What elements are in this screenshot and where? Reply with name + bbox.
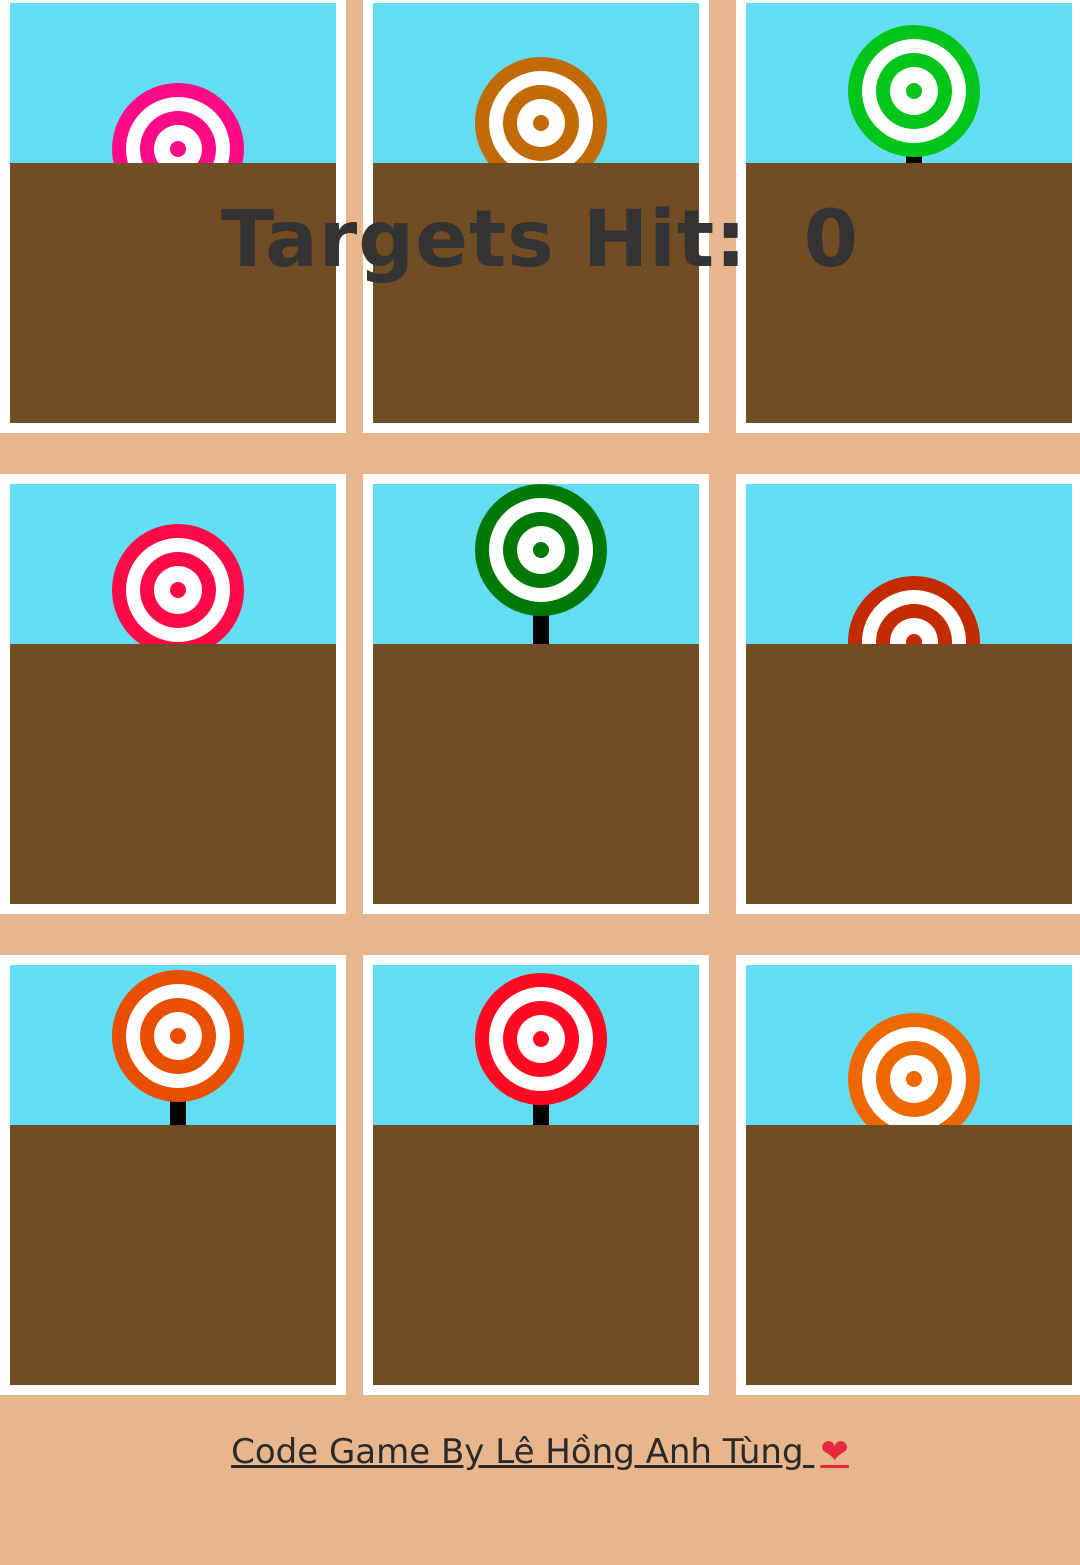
score-display: Targets Hit: 0: [0, 195, 1080, 285]
target-icon[interactable]: [475, 484, 607, 616]
hole-scene: [746, 965, 1072, 1385]
hole-cell[interactable]: [736, 955, 1080, 1395]
author-credit-text: Code Game By Lê Hồng Anh Tùng: [231, 1432, 804, 1472]
hole-cell[interactable]: [363, 955, 709, 1395]
ground: [746, 644, 1072, 904]
hole-scene: [10, 484, 336, 904]
hole-cell[interactable]: [0, 955, 346, 1395]
bullseye-icon: [112, 524, 244, 656]
target-icon[interactable]: [475, 973, 607, 1105]
hole-scene: [746, 484, 1072, 904]
hole-cell[interactable]: [363, 474, 709, 914]
ground: [373, 644, 699, 904]
hole-scene: [10, 965, 336, 1385]
ground: [10, 1125, 336, 1385]
ground: [373, 1125, 699, 1385]
target-icon[interactable]: [848, 25, 980, 157]
ground: [10, 644, 336, 904]
score-value: 0: [803, 195, 859, 285]
target-icon[interactable]: [112, 970, 244, 1102]
bullseye-icon: [475, 973, 607, 1105]
bullseye-icon: [112, 970, 244, 1102]
heart-icon: ❤: [820, 1432, 849, 1472]
ground: [746, 1125, 1072, 1385]
score-label: Targets Hit:: [221, 195, 748, 285]
bullseye-icon: [475, 484, 607, 616]
hole-scene: [373, 484, 699, 904]
hole-cell[interactable]: [736, 474, 1080, 914]
footer: Code Game By Lê Hồng Anh Tùng ❤: [0, 1432, 1080, 1472]
bullseye-icon: [848, 25, 980, 157]
hole-cell[interactable]: [0, 474, 346, 914]
author-credit-link[interactable]: Code Game By Lê Hồng Anh Tùng ❤: [231, 1432, 849, 1472]
target-icon[interactable]: [112, 524, 244, 656]
hole-scene: [373, 965, 699, 1385]
